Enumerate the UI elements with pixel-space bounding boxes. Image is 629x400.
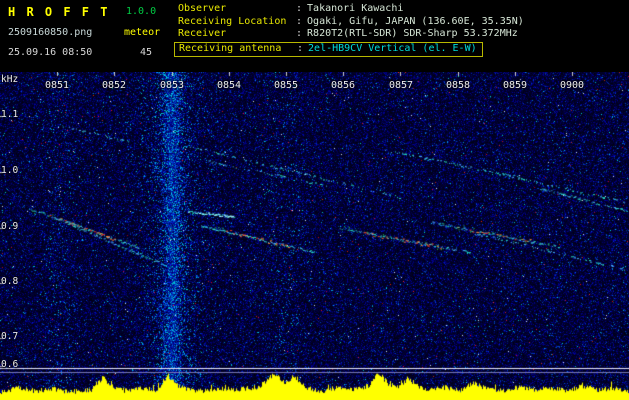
app-title: H R O F F T [8,5,110,19]
output-filename: 2509160850.png [8,27,93,38]
app-version: 1.0.0 [126,6,157,17]
info-row-observer: Observer: Takanori Kawachi [178,3,524,16]
info-value: R820T2(RTL-SDR) SDR-Sharp 53.372MHz [307,28,518,39]
info-label: Observer [178,3,227,14]
info-separator: : [296,28,303,39]
info-separator: : [297,42,304,54]
spectrogram-canvas [0,72,629,400]
info-label: Receiver [178,28,227,39]
info-value: Takanori Kawachi [307,3,404,14]
info-separator: : [296,3,303,14]
info-label: Receiving Location [178,15,287,27]
info-value: Ogaki, Gifu, JAPAN (136.60E, 35.35N) [307,15,524,27]
info-label: Receiving antenna [179,42,282,54]
mode-label: meteor [124,27,161,38]
observer-info: Observer: Takanori Kawachi Receiving Loca… [174,3,524,57]
info-row-location: Receiving Location: Ogaki, Gifu, JAPAN (1… [178,16,524,29]
datetime-label: 25.09.16 08:50 [8,47,93,58]
spectrogram: kHz 1.1 1.0 0.9 0.8 0.7 0.6 0851 0852 08… [0,72,629,400]
hrofft-window: H R O F F T 1.0.0 2509160850.png meteor … [0,0,629,400]
info-value: 2el-HB9CV Vertical (el. E-W) [308,42,477,54]
info-row-antenna: Receiving antenna:2el-HB9CV Vertical (el… [174,41,483,57]
info-separator: : [296,15,303,27]
echo-count: 45 [140,47,153,58]
info-row-receiver: Receiver: R820T2(RTL-SDR) SDR-Sharp 53.37… [178,28,524,41]
header: H R O F F T 1.0.0 2509160850.png meteor … [0,0,629,72]
